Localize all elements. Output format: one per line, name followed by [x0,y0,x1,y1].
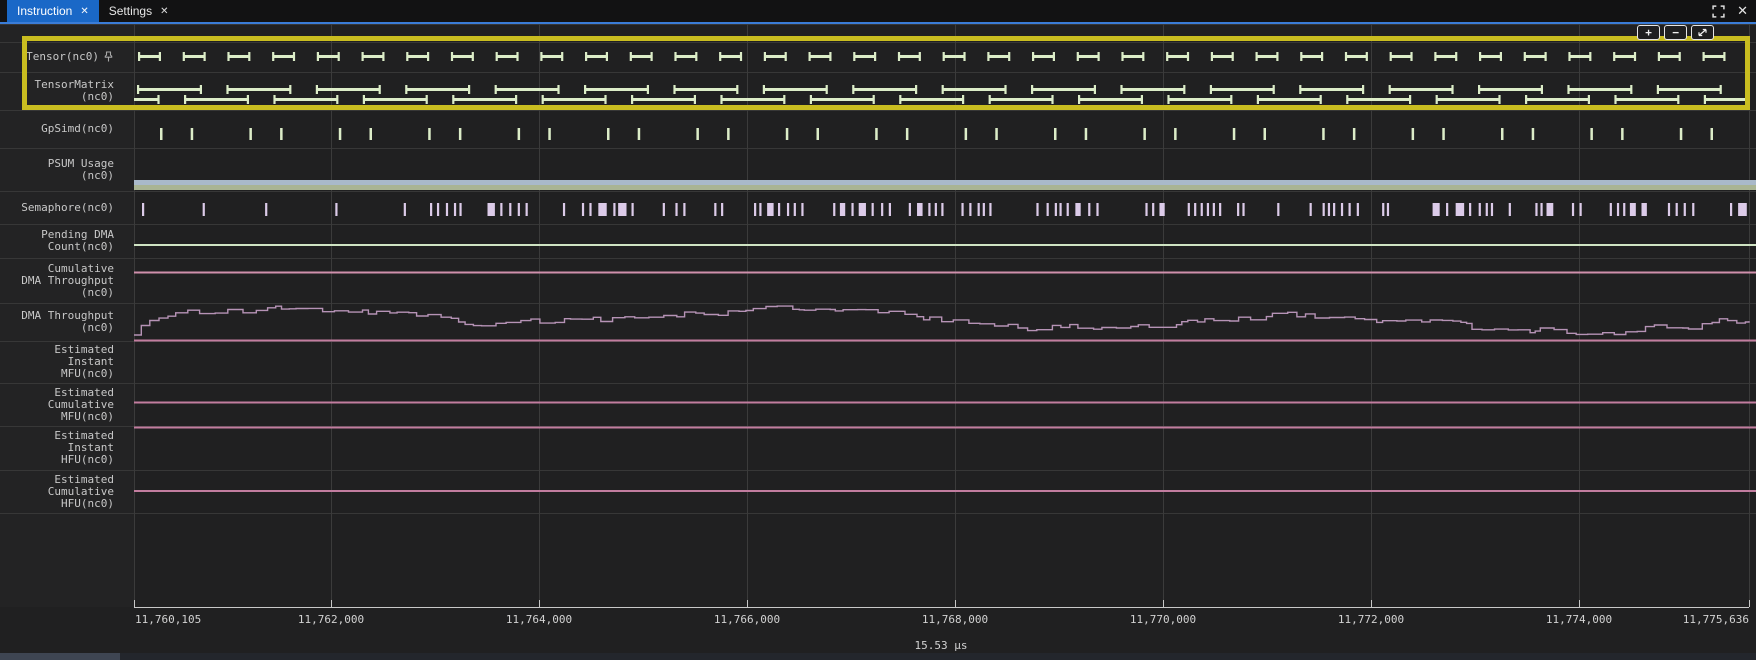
axis-tick-label: 11,768,000 [922,613,988,626]
row-label-text: Estimated Cumulative HFU(nc0) [48,474,114,510]
axis-tick-mark [1749,600,1750,607]
row-label-text: Estimated Instant HFU(nc0) [54,430,114,466]
row-label-psum: PSUM Usage (nc0) [0,148,134,191]
tab-settings-close-icon[interactable]: ✕ [160,6,168,17]
row-label-cummfu: Estimated Cumulative MFU(nc0) [0,383,134,426]
fullscreen-icon[interactable] [1712,5,1725,18]
axis-tick-label: 11,760,105 [135,613,201,626]
zoom-in-button[interactable]: + [1637,25,1660,40]
pin-icon[interactable] [103,51,114,63]
trace-canvas[interactable] [0,0,1756,660]
axis-tick-label: 11,774,000 [1546,613,1612,626]
window-close-icon[interactable]: ✕ [1737,3,1748,19]
tab-instruction[interactable]: Instruction ✕ [7,0,99,22]
zoom-toolbar: + − [1637,25,1714,40]
axis-tick-mark [1371,600,1372,607]
row-label-text: Tensor(nc0) [26,51,99,63]
tab-settings[interactable]: Settings ✕ [99,0,179,22]
row-label-text: Semaphore(nc0) [21,202,114,214]
axis-tick-label: 11,766,000 [714,613,780,626]
axis-tick-mark [331,600,332,607]
tab-instruction-label: Instruction [17,4,72,18]
profiler-window: Instruction ✕ Settings ✕ ✕ + − 15.53 μs [0,0,1756,660]
row-label-text: DMA Throughput (nc0) [21,310,114,334]
fit-to-view-icon [1696,27,1709,38]
row-label-text: GpSimd(nc0) [41,123,114,135]
axis-tick-label: 11,762,000 [298,613,364,626]
zoom-out-button[interactable]: − [1664,25,1687,40]
axis-tick-mark [1163,600,1164,607]
row-label-gpsimd: GpSimd(nc0) [0,110,134,148]
row-label-dma: DMA Throughput (nc0) [0,303,134,341]
axis-tick-mark [955,600,956,607]
row-label-text: Pending DMA Count(nc0) [41,229,114,253]
tab-settings-label: Settings [109,4,152,18]
axis-tick-label: 11,770,000 [1130,613,1196,626]
window-controls: ✕ [1712,0,1748,22]
horizontal-scrollbar[interactable] [0,653,1756,660]
row-label-semaphore: Semaphore(nc0) [0,191,134,224]
axis-tick-mark [1579,600,1580,607]
tab-bar: Instruction ✕ Settings ✕ [0,0,1756,24]
row-label-cumhfu: Estimated Cumulative HFU(nc0) [0,470,134,513]
row-label-tensor: Tensor(nc0) [0,42,134,72]
row-label-cumdma: Cumulative DMA Throughput (nc0) [0,258,134,303]
duration-label: 15.53 μs [915,639,968,652]
row-label-insthfu: Estimated Instant HFU(nc0) [0,426,134,470]
scrollbar-thumb[interactable] [0,653,120,660]
zoom-fit-button[interactable] [1691,25,1714,40]
axis-tick-mark [747,600,748,607]
tab-instruction-close-icon[interactable]: ✕ [80,6,88,17]
row-label-text: Estimated Cumulative MFU(nc0) [48,387,114,423]
time-axis-line [134,607,1749,608]
row-label-tensormatrix: TensorMatrix (nc0) [0,72,134,110]
axis-tick-mark [134,600,135,607]
row-label-instmfu: Estimated Instant MFU(nc0) [0,341,134,383]
axis-tick-mark [539,600,540,607]
row-label-text: TensorMatrix (nc0) [35,79,114,103]
row-label-text: PSUM Usage (nc0) [48,158,114,182]
row-label-pendingdma: Pending DMA Count(nc0) [0,224,134,258]
axis-tick-label: 11,764,000 [506,613,572,626]
axis-tick-label: 11,772,000 [1338,613,1404,626]
row-label-text: Estimated Instant MFU(nc0) [54,344,114,380]
axis-tick-label: 11,775,636 [1683,613,1749,626]
row-label-text: Cumulative DMA Throughput (nc0) [21,263,114,299]
